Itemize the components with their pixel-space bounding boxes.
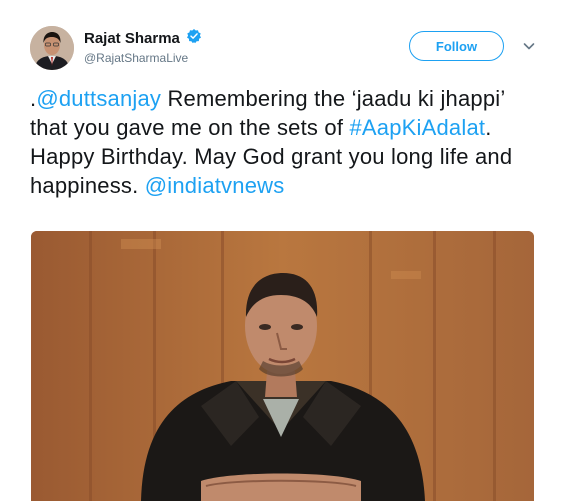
tweet-text: .@duttsanjay Remembering the ‘jaadu ki j…	[30, 84, 545, 200]
chevron-down-icon[interactable]	[521, 38, 537, 54]
avatar-image	[30, 26, 74, 70]
author-name[interactable]: Rajat Sharma	[84, 30, 180, 47]
mention-link-indiatvnews[interactable]: @indiatvnews	[145, 173, 285, 198]
author-avatar[interactable]	[30, 26, 74, 70]
verified-badge-icon	[186, 28, 202, 49]
photo-of-man-in-leather-jacket-icon	[31, 231, 534, 501]
follow-button[interactable]: Follow	[409, 31, 504, 61]
author-handle[interactable]: @RajatSharmaLive	[84, 51, 188, 65]
author-name-row[interactable]: Rajat Sharma	[84, 28, 202, 49]
hashtag-link-aapkiadalat[interactable]: #AapKiAdalat	[349, 115, 485, 140]
tweet-photo[interactable]	[31, 231, 534, 501]
mention-link-duttsanjay[interactable]: @duttsanjay	[36, 86, 161, 111]
